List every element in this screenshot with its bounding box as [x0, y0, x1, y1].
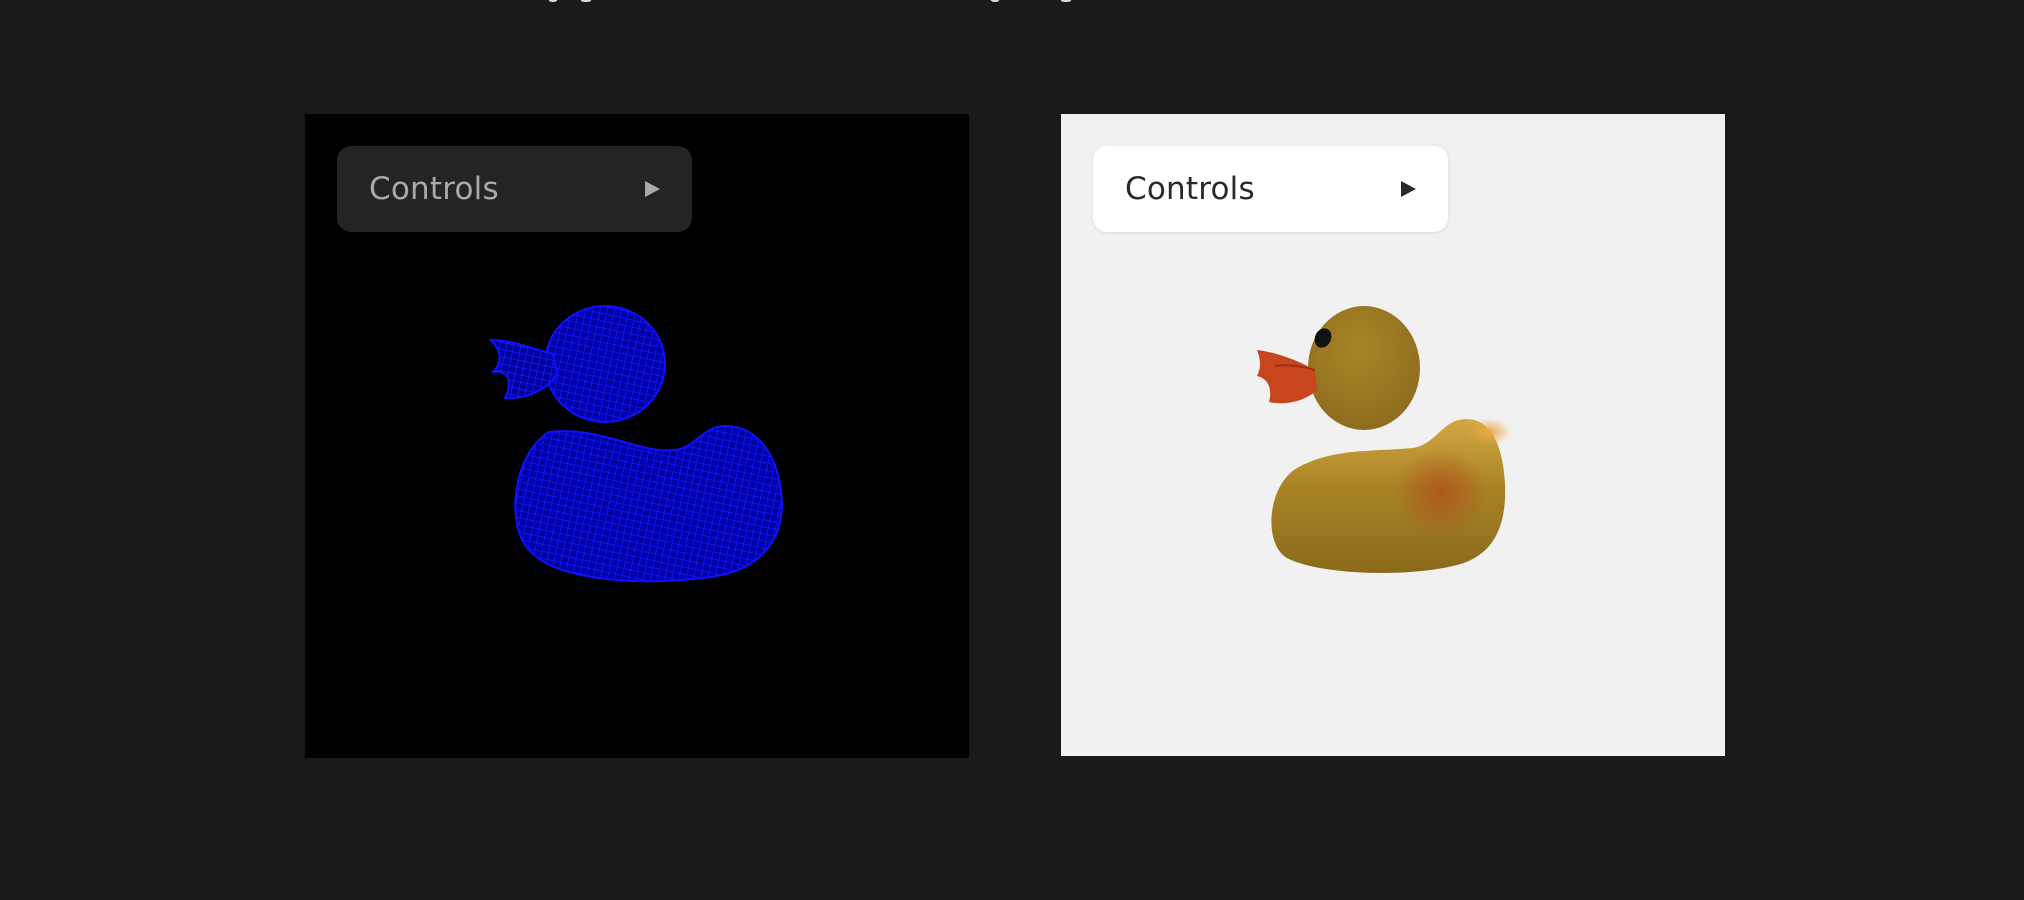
- duck-beak: [1257, 350, 1317, 404]
- wireframe-duck-model: [488, 305, 783, 583]
- shaded-duck-model: [1257, 306, 1511, 573]
- wireframe-viewer-canvas[interactable]: Controls: [305, 114, 969, 758]
- shaded-viewer-canvas[interactable]: Controls: [1061, 114, 1725, 756]
- cropped-heading-text: [0, 0, 2024, 8]
- duck-head: [1308, 306, 1420, 430]
- duck-wireframe-body: [514, 424, 783, 583]
- duck-body: [1271, 418, 1511, 573]
- duck-wing: [1395, 448, 1487, 536]
- duck-wireframe-head: [544, 305, 666, 423]
